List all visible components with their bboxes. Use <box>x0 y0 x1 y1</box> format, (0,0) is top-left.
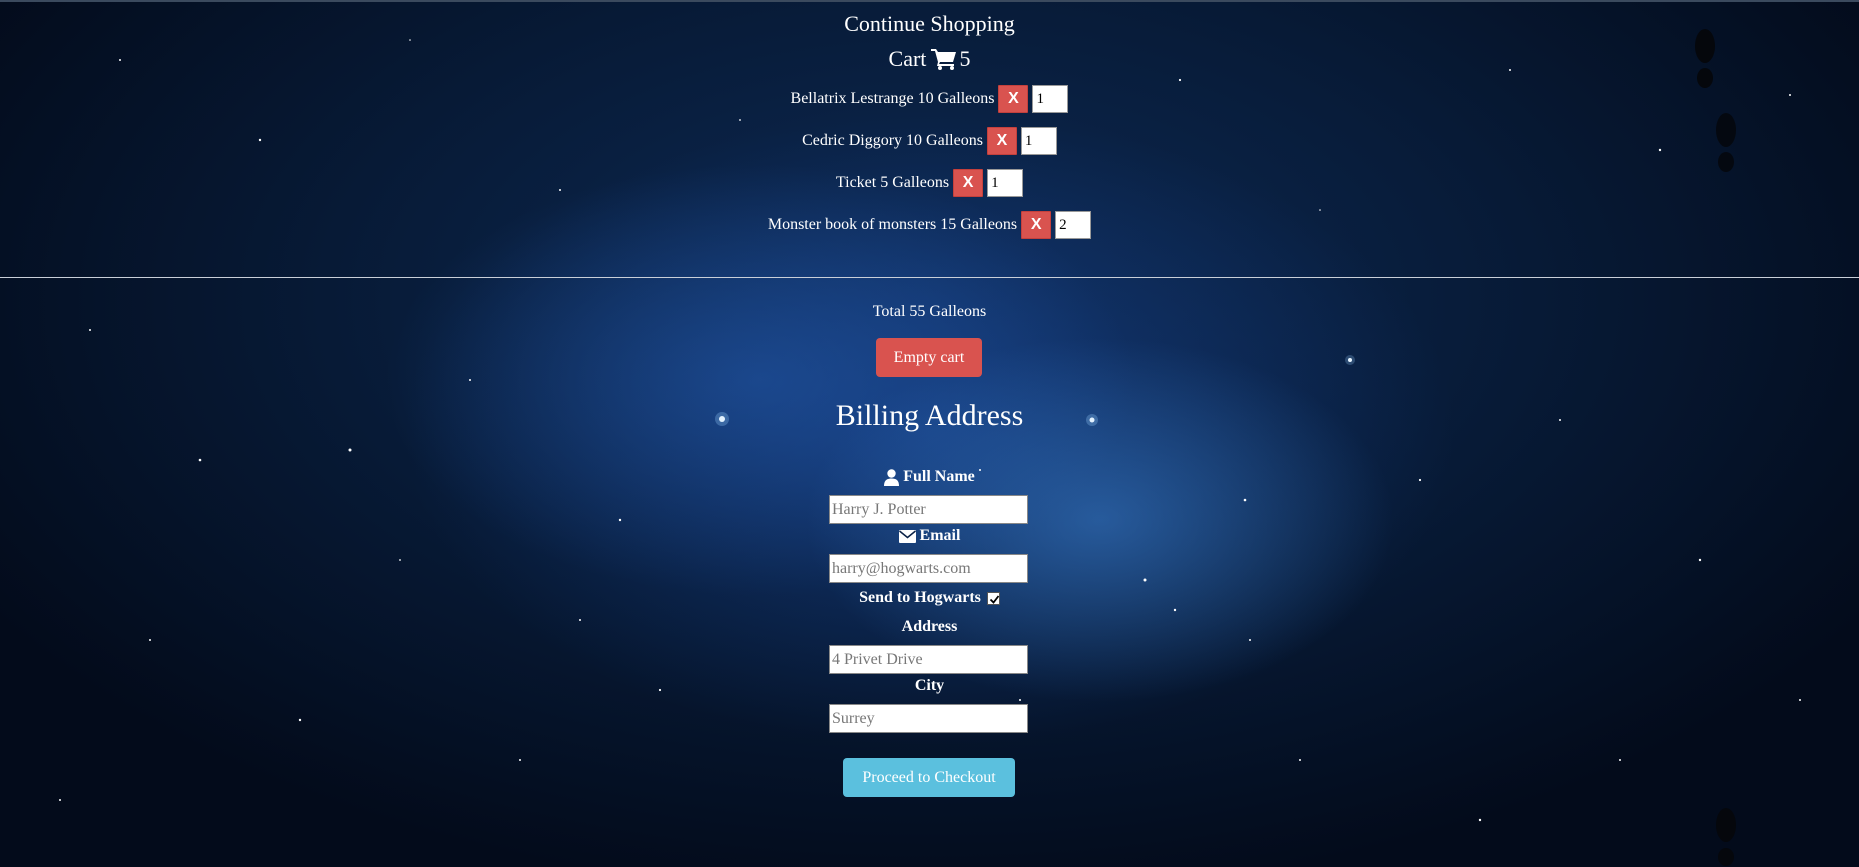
user-icon <box>884 468 900 486</box>
quantity-input[interactable] <box>1032 85 1069 113</box>
empty-cart-button[interactable]: Empty cart <box>876 338 982 377</box>
send-to-hogwarts-label: Send to Hogwarts <box>859 589 981 606</box>
quantity-input[interactable] <box>1055 211 1092 239</box>
billing-title: Billing Address <box>835 399 1024 432</box>
quantity-input[interactable] <box>987 169 1024 197</box>
address-input[interactable] <box>829 645 1028 674</box>
cart-item: Cedric Diggory 10 Galleons X <box>0 126 1859 156</box>
envelope-icon <box>898 529 916 543</box>
cart-count: 5 <box>959 46 971 71</box>
full-name-label-text: Full Name <box>903 468 975 485</box>
email-label-text: Email <box>919 527 961 544</box>
quantity-input[interactable] <box>1020 127 1057 155</box>
section-divider <box>0 277 1859 278</box>
city-input[interactable] <box>829 704 1028 733</box>
cart-item: Ticket 5 Galleons X <box>0 168 1859 198</box>
address-label: Address <box>901 618 958 635</box>
footprint-icon <box>1716 808 1736 866</box>
send-to-hogwarts-row: Send to Hogwarts <box>0 589 1859 607</box>
remove-item-button[interactable]: X <box>1021 211 1052 239</box>
cart-list: Bellatrix Lestrange 10 Galleons X Cedric… <box>0 84 1859 240</box>
email-label: Email <box>0 527 1859 545</box>
city-label: City <box>914 677 945 694</box>
remove-item-button[interactable]: X <box>998 85 1029 113</box>
cart-item-label: Cedric Diggory 10 Galleons <box>802 132 983 149</box>
cart-item-label: Monster book of monsters 15 Galleons <box>767 216 1018 233</box>
checkbox-checked-icon <box>989 594 1000 604</box>
send-to-hogwarts-checkbox[interactable] <box>986 591 1000 605</box>
cart-item: Monster book of monsters 15 Galleons X <box>0 210 1859 240</box>
continue-shopping-link[interactable]: Continue Shopping <box>0 11 1859 37</box>
top-border <box>0 0 1859 2</box>
remove-item-button[interactable]: X <box>986 127 1017 155</box>
email-input[interactable] <box>829 554 1028 583</box>
full-name-label: Full Name <box>0 468 1859 486</box>
cart-total: Total 55 Galleons <box>872 303 987 320</box>
cart-item-label: Ticket 5 Galleons <box>835 174 950 191</box>
cart-title-label: Cart <box>888 46 927 71</box>
cart-title: Cart 5 <box>0 46 1859 72</box>
cart-item-label: Bellatrix Lestrange 10 Galleons <box>790 90 995 107</box>
cart-item: Bellatrix Lestrange 10 Galleons X <box>0 84 1859 114</box>
full-name-input[interactable] <box>829 495 1028 524</box>
remove-item-button[interactable]: X <box>953 169 984 197</box>
shopping-cart-icon <box>931 49 957 70</box>
proceed-to-checkout-button[interactable]: Proceed to Checkout <box>843 758 1015 797</box>
